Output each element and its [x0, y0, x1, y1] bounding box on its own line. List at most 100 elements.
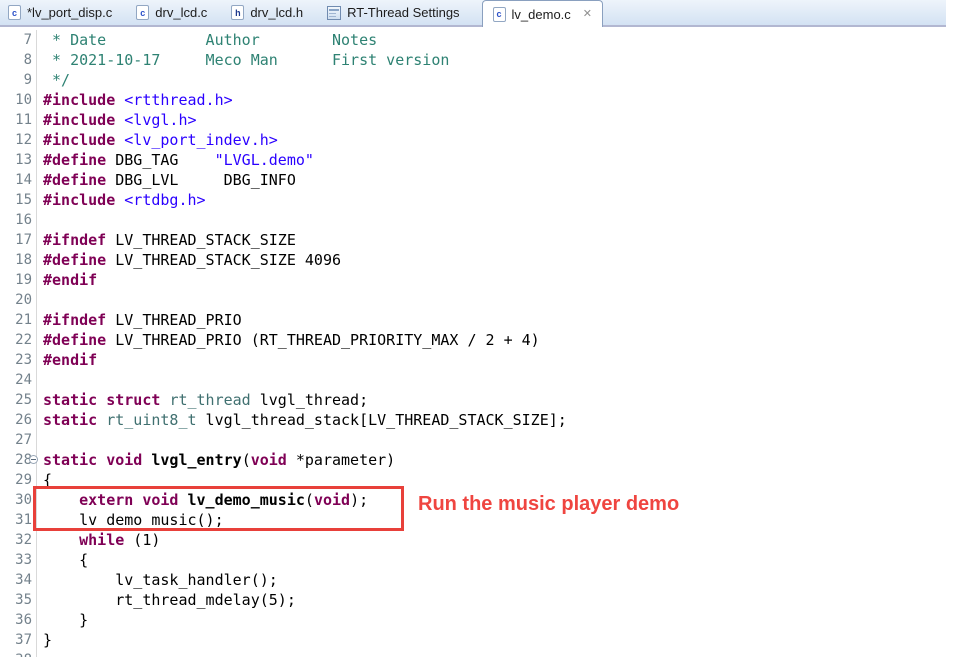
code-line[interactable]: 20	[0, 290, 976, 310]
code-line[interactable]: 35 rt_thread_mdelay(5);	[0, 590, 976, 610]
c-file-icon: c	[136, 5, 149, 20]
tab-label: *lv_port_disp.c	[27, 5, 112, 20]
h-file-icon: h	[231, 5, 244, 20]
line-number[interactable]: 33	[0, 550, 37, 570]
code-line[interactable]: 22#define LV_THREAD_PRIO (RT_THREAD_PRIO…	[0, 330, 976, 350]
code-text: rt_thread_mdelay(5);	[37, 590, 296, 610]
line-number[interactable]: 32	[0, 530, 37, 550]
code-text	[37, 430, 43, 450]
line-number[interactable]: 15	[0, 190, 37, 210]
code-text: * 2021-10-17 Meco Man First version	[37, 50, 449, 70]
line-number[interactable]: 38	[0, 650, 37, 657]
code-text: while (1)	[37, 530, 160, 550]
code-text: static struct rt_thread lvgl_thread;	[37, 390, 368, 410]
code-line[interactable]: 10#include <rtthread.h>	[0, 90, 976, 110]
fold-collapse-icon[interactable]	[29, 455, 38, 464]
line-number[interactable]: 12	[0, 130, 37, 150]
line-number[interactable]: 13	[0, 150, 37, 170]
code-text: #define DBG_LVL DBG_INFO	[37, 170, 296, 190]
code-lines: 7 * Date Author Notes8 * 2021-10-17 Meco…	[0, 27, 976, 657]
code-line[interactable]: 21#ifndef LV_THREAD_PRIO	[0, 310, 976, 330]
line-number[interactable]: 25	[0, 390, 37, 410]
tab-lv-port-disp-c[interactable]: c *lv_port_disp.c	[0, 0, 124, 25]
line-number[interactable]: 27	[0, 430, 37, 450]
line-number[interactable]: 29	[0, 470, 37, 490]
line-number[interactable]: 17	[0, 230, 37, 250]
line-number[interactable]: 10	[0, 90, 37, 110]
code-text: #include <rtthread.h>	[37, 90, 233, 110]
code-text: * Date Author Notes	[37, 30, 377, 50]
line-number[interactable]: 24	[0, 370, 37, 390]
code-line[interactable]: 24	[0, 370, 976, 390]
code-text: }	[37, 630, 52, 650]
line-number[interactable]: 11	[0, 110, 37, 130]
code-line[interactable]: 26static rt_uint8_t lvgl_thread_stack[LV…	[0, 410, 976, 430]
line-number[interactable]: 19	[0, 270, 37, 290]
code-text: static void lvgl_entry(void *parameter)	[37, 450, 395, 470]
code-line[interactable]: 16	[0, 210, 976, 230]
editor-tab-bar: c *lv_port_disp.c c drv_lcd.c h drv_lcd.…	[0, 0, 946, 27]
ide-window: c *lv_port_disp.c c drv_lcd.c h drv_lcd.…	[0, 0, 976, 657]
code-line[interactable]: 25static struct rt_thread lvgl_thread;	[0, 390, 976, 410]
code-line[interactable]: 28static void lvgl_entry(void *parameter…	[0, 450, 976, 470]
tab-label: drv_lcd.c	[155, 5, 207, 20]
code-line[interactable]: 18#define LV_THREAD_STACK_SIZE 4096	[0, 250, 976, 270]
code-line[interactable]: 17#ifndef LV_THREAD_STACK_SIZE	[0, 230, 976, 250]
code-line[interactable]: 37}	[0, 630, 976, 650]
line-number[interactable]: 14	[0, 170, 37, 190]
code-text: {	[37, 550, 88, 570]
code-text	[37, 370, 43, 390]
line-number[interactable]: 18	[0, 250, 37, 270]
tab-drv-lcd-c[interactable]: c drv_lcd.c	[124, 0, 219, 25]
code-line[interactable]: 27	[0, 430, 976, 450]
code-text: #include <rtdbg.h>	[37, 190, 206, 210]
annotation-box	[33, 486, 404, 531]
code-text	[37, 290, 43, 310]
code-line[interactable]: 33 {	[0, 550, 976, 570]
line-number[interactable]: 30	[0, 490, 37, 510]
code-line[interactable]: 36 }	[0, 610, 976, 630]
line-number[interactable]: 35	[0, 590, 37, 610]
code-text: */	[37, 70, 70, 90]
code-line[interactable]: 32 while (1)	[0, 530, 976, 550]
line-number[interactable]: 23	[0, 350, 37, 370]
code-text: lv_task_handler();	[37, 570, 278, 590]
code-line[interactable]: 9 */	[0, 70, 976, 90]
code-line[interactable]: 34 lv_task_handler();	[0, 570, 976, 590]
code-text: #include <lv_port_indev.h>	[37, 130, 278, 150]
code-text: #ifndef LV_THREAD_STACK_SIZE	[37, 230, 296, 250]
code-line[interactable]: 14#define DBG_LVL DBG_INFO	[0, 170, 976, 190]
line-number[interactable]: 16	[0, 210, 37, 230]
annotation-text: Run the music player demo	[418, 493, 679, 516]
tab-rt-thread-settings[interactable]: RT-Thread Settings	[315, 0, 471, 25]
code-line[interactable]: 23#endif	[0, 350, 976, 370]
line-number[interactable]: 36	[0, 610, 37, 630]
code-line[interactable]: 7 * Date Author Notes	[0, 30, 976, 50]
code-text: }	[37, 610, 88, 630]
code-line[interactable]: 13#define DBG_TAG "LVGL.demo"	[0, 150, 976, 170]
tab-lv-demo-c[interactable]: c lv_demo.c ✕	[482, 0, 603, 27]
code-text: #define LV_THREAD_STACK_SIZE 4096	[37, 250, 341, 270]
code-line[interactable]: 38	[0, 650, 976, 657]
code-line[interactable]: 8 * 2021-10-17 Meco Man First version	[0, 50, 976, 70]
settings-editor-icon	[327, 6, 341, 20]
c-file-icon: c	[493, 7, 506, 22]
line-number[interactable]: 26	[0, 410, 37, 430]
line-number[interactable]: 37	[0, 630, 37, 650]
code-text	[37, 650, 43, 657]
code-line[interactable]: 15#include <rtdbg.h>	[0, 190, 976, 210]
code-line[interactable]: 12#include <lv_port_indev.h>	[0, 130, 976, 150]
line-number[interactable]: 21	[0, 310, 37, 330]
line-number[interactable]: 31	[0, 510, 37, 530]
line-number[interactable]: 9	[0, 70, 37, 90]
code-line[interactable]: 11#include <lvgl.h>	[0, 110, 976, 130]
line-number[interactable]: 8	[0, 50, 37, 70]
line-number[interactable]: 34	[0, 570, 37, 590]
line-number[interactable]: 20	[0, 290, 37, 310]
tab-drv-lcd-h[interactable]: h drv_lcd.h	[219, 0, 315, 25]
code-editor[interactable]: 7 * Date Author Notes8 * 2021-10-17 Meco…	[0, 27, 976, 657]
line-number[interactable]: 7	[0, 30, 37, 50]
close-tab-icon[interactable]: ✕	[583, 9, 592, 20]
line-number[interactable]: 22	[0, 330, 37, 350]
code-line[interactable]: 19#endif	[0, 270, 976, 290]
